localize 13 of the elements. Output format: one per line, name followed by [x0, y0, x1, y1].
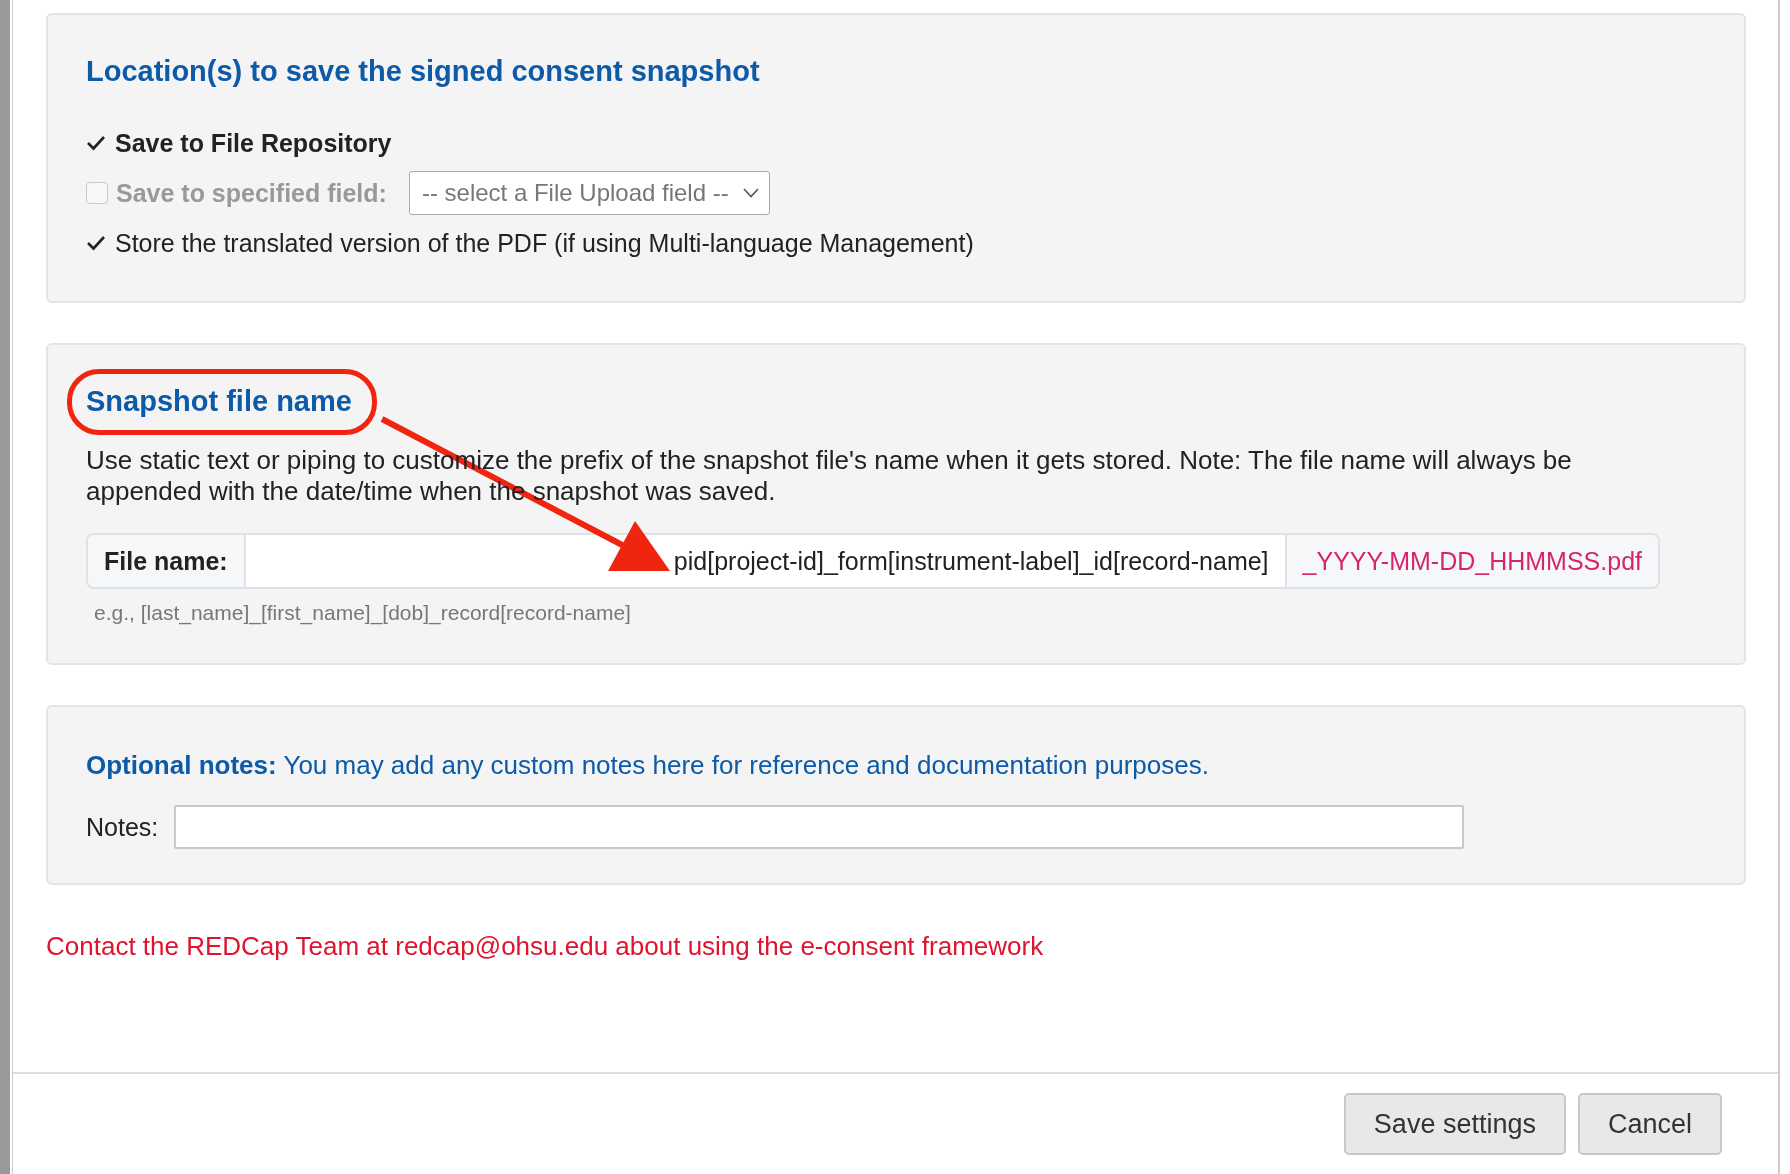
notes-intro: Optional notes: You may add any custom notes here for reference and documentation purposes. — [86, 749, 1210, 782]
section-title: Location(s) to save the signed consent snapshot — [86, 54, 761, 89]
option-label: Save to File Repository — [115, 128, 392, 159]
contact-text: Contact the REDCap Team at redcap@ohsu.edu about using the e-consent framework — [46, 931, 1045, 962]
option-label: Save to specified field: — [116, 178, 387, 209]
example-hint: e.g., [last_name]_[first_name]_[dob]_record[record-name] — [93, 601, 632, 625]
cancel-button[interactable]: Cancel — [1577, 1093, 1722, 1155]
option-label: Store the translated version of the PDF (if using Multi-language Management) — [115, 228, 974, 259]
save-button[interactable]: Save settings — [1343, 1093, 1566, 1155]
notes-input[interactable] — [174, 805, 1465, 849]
section-title: Snapshot file name — [86, 384, 353, 419]
chevron-down-icon — [742, 188, 759, 198]
field-label: Notes: — [86, 812, 159, 842]
